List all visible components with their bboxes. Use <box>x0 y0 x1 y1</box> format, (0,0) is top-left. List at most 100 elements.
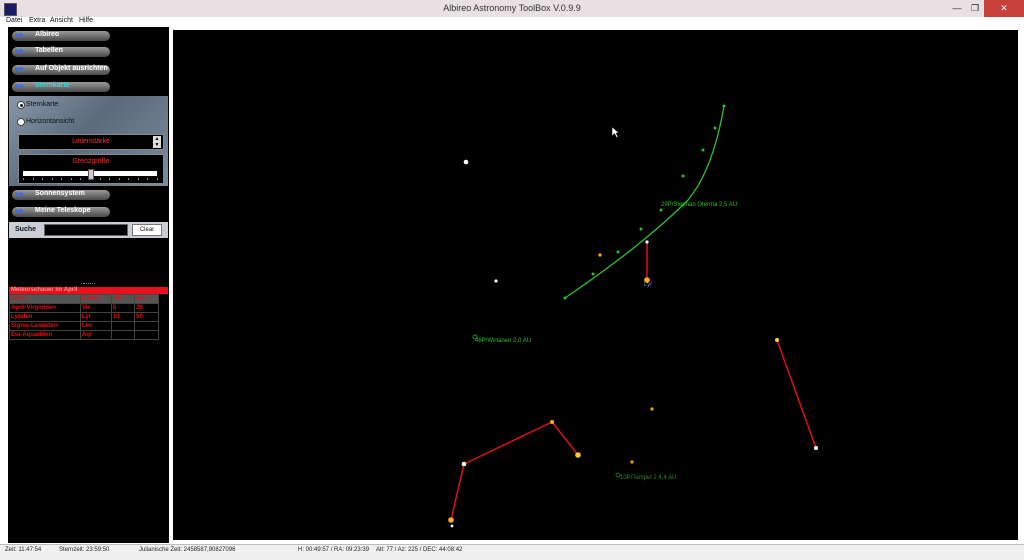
header-pill <box>12 31 110 41</box>
star-chart-panel: Sternkarte Horizontansicht Linienstärke … <box>9 96 168 186</box>
trail-dot <box>722 104 726 108</box>
star[interactable] <box>450 524 454 528</box>
trail-dot <box>591 272 595 276</box>
search-label: Suche <box>15 226 37 233</box>
window-controls: — ❐ ✕ <box>948 0 1024 17</box>
star[interactable] <box>645 240 649 244</box>
sidebar-header-teleskope[interactable]: ▶▶ Meine Teleskope <box>9 205 168 219</box>
table-cell: Lyr <box>79 312 112 322</box>
search-row: Suche Clear <box>9 222 168 238</box>
mouse-cursor-icon <box>611 126 620 138</box>
slider-tick <box>80 178 82 180</box>
sidebar-header-label: Sternkarte <box>35 82 70 89</box>
comet-label: 29P/Stephan Oterma 2,5 AU <box>661 202 737 208</box>
spin-down-icon[interactable]: ▼ <box>153 142 161 148</box>
sidebar-header-auf-objekt[interactable]: ▶▶ Auf Objekt ausrichten <box>9 63 168 77</box>
maximize-button[interactable]: ❐ <box>966 0 984 17</box>
sky-chart[interactable]: 29P/Stephan Oterma 2,5 AU 46P/Wirtanen 2… <box>173 30 1018 540</box>
constellation-line <box>776 339 817 449</box>
status-alt-az: Alt: 77 / Az: 225 / DEC: 44:08:42 <box>376 547 463 553</box>
expand-arrows-icon: ▶▶ <box>15 191 25 198</box>
table-row[interactable]: Eta-Aquariden Aqr <box>9 330 159 340</box>
table-cell: Leo <box>79 321 112 331</box>
radio-horizontansicht[interactable] <box>17 118 25 126</box>
comet-label: 46P/Wirtanen 2,0 AU <box>475 338 531 344</box>
slider-tick <box>137 178 139 180</box>
clear-button[interactable]: Clear <box>132 224 162 236</box>
sidebar-header-label: Meine Teleskope <box>35 207 91 214</box>
star[interactable] <box>463 159 469 165</box>
expand-arrows-icon: ▶▶ <box>15 83 25 90</box>
table-cell: 50 <box>134 312 159 322</box>
star[interactable] <box>630 460 634 464</box>
slider-tick <box>70 178 72 180</box>
search-input[interactable] <box>44 224 128 236</box>
table-cell <box>134 330 159 340</box>
slider-tick <box>109 178 111 180</box>
star[interactable] <box>650 407 654 411</box>
slider-tick <box>157 178 158 180</box>
sidebar-header-label: Albireo <box>35 31 60 38</box>
slider-tick <box>32 178 34 180</box>
line-width-label: Linienstärke <box>72 138 110 145</box>
menu-extra[interactable]: Extra <box>29 17 45 24</box>
star[interactable] <box>644 277 650 283</box>
table-cell <box>110 330 136 340</box>
sidebar-header-tabellen[interactable]: ▶▶ Tabellen <box>9 45 168 59</box>
sidebar-header-sonnensystem[interactable]: ▶▶ Sonnensystem <box>9 188 168 202</box>
constellation-line <box>463 421 553 465</box>
table-cell: April-Virginiden <box>9 303 81 313</box>
slider-tick <box>90 178 91 180</box>
table-cell: Vir <box>79 303 112 313</box>
minimize-button[interactable]: — <box>948 0 966 17</box>
menu-datei[interactable]: Datei <box>6 17 22 24</box>
table-cell <box>110 321 136 331</box>
close-button[interactable]: ✕ <box>984 0 1024 17</box>
status-sidereal-time: Sternzeit: 23:59:50 <box>59 547 110 553</box>
star[interactable] <box>550 420 554 424</box>
trail-dot <box>659 208 663 212</box>
star[interactable] <box>814 446 818 450</box>
constellation-line <box>450 463 465 521</box>
table-row[interactable]: Sigma-Leoniden Leo <box>9 321 159 331</box>
slider-tick <box>147 178 149 180</box>
slider-tick <box>51 178 53 180</box>
limit-magnitude-control: Grenzgröße <box>18 154 164 184</box>
trail-dot <box>681 174 685 178</box>
slider-tick <box>42 178 44 180</box>
expand-arrows-icon: ▶▶ <box>15 66 25 73</box>
line-width-control[interactable]: Linienstärke ▲ ▼ <box>18 134 164 150</box>
star[interactable] <box>461 461 467 467</box>
table-cell: Sigma-Leoniden <box>9 321 81 331</box>
menu-hilfe[interactable]: Hilfe <box>79 17 93 24</box>
radio-sternkarte[interactable] <box>17 101 25 109</box>
slider-tick <box>23 178 24 180</box>
constellation-line <box>551 421 579 456</box>
star[interactable] <box>598 253 602 257</box>
meteor-shower-title: Meteorschauer im April <box>9 287 168 294</box>
star[interactable] <box>494 279 498 283</box>
slider-thumb[interactable] <box>88 169 94 180</box>
slider-tick <box>128 178 130 180</box>
window-title: Albireo Astronomy ToolBox V.0.9.9 <box>443 3 581 13</box>
slider-tick <box>118 178 120 180</box>
line-width-spinner[interactable]: ▲ ▼ <box>153 136 161 148</box>
star[interactable] <box>775 338 779 342</box>
comet-label: 10P/Tempel 2 4,4 AU <box>620 475 676 481</box>
expand-arrows-icon: ▶▶ <box>15 208 25 215</box>
table-row[interactable]: April-Virginiden Vir 5 26 <box>9 303 159 313</box>
column-header: Hfl/h <box>110 294 136 304</box>
menu-ansicht[interactable]: Ansicht <box>50 17 73 24</box>
sidebar-header-albireo[interactable]: ▶▶ Albireo <box>9 29 168 43</box>
status-bar: Zeit: 11:47:54 Sternzeit: 23:59:50 Julia… <box>0 544 1024 560</box>
table-cell: Aqr <box>79 330 112 340</box>
star[interactable] <box>448 517 454 523</box>
status-hour-angle: H: 00:49:57 / RA: 09:23:39 <box>298 547 370 553</box>
sidebar-header-sternkarte[interactable]: ▶▶ Sternkarte <box>9 80 168 94</box>
table-cell: 26 <box>134 303 159 313</box>
star[interactable] <box>575 452 581 458</box>
table-row[interactable]: Lyriden Lyr 15 50 <box>9 312 159 322</box>
constellation-label: Lyr <box>644 282 652 288</box>
title-bar: Albireo Astronomy ToolBox V.0.9.9 — ❐ ✕ <box>0 0 1024 18</box>
sidebar-header-label: Auf Objekt ausrichten <box>35 65 108 72</box>
